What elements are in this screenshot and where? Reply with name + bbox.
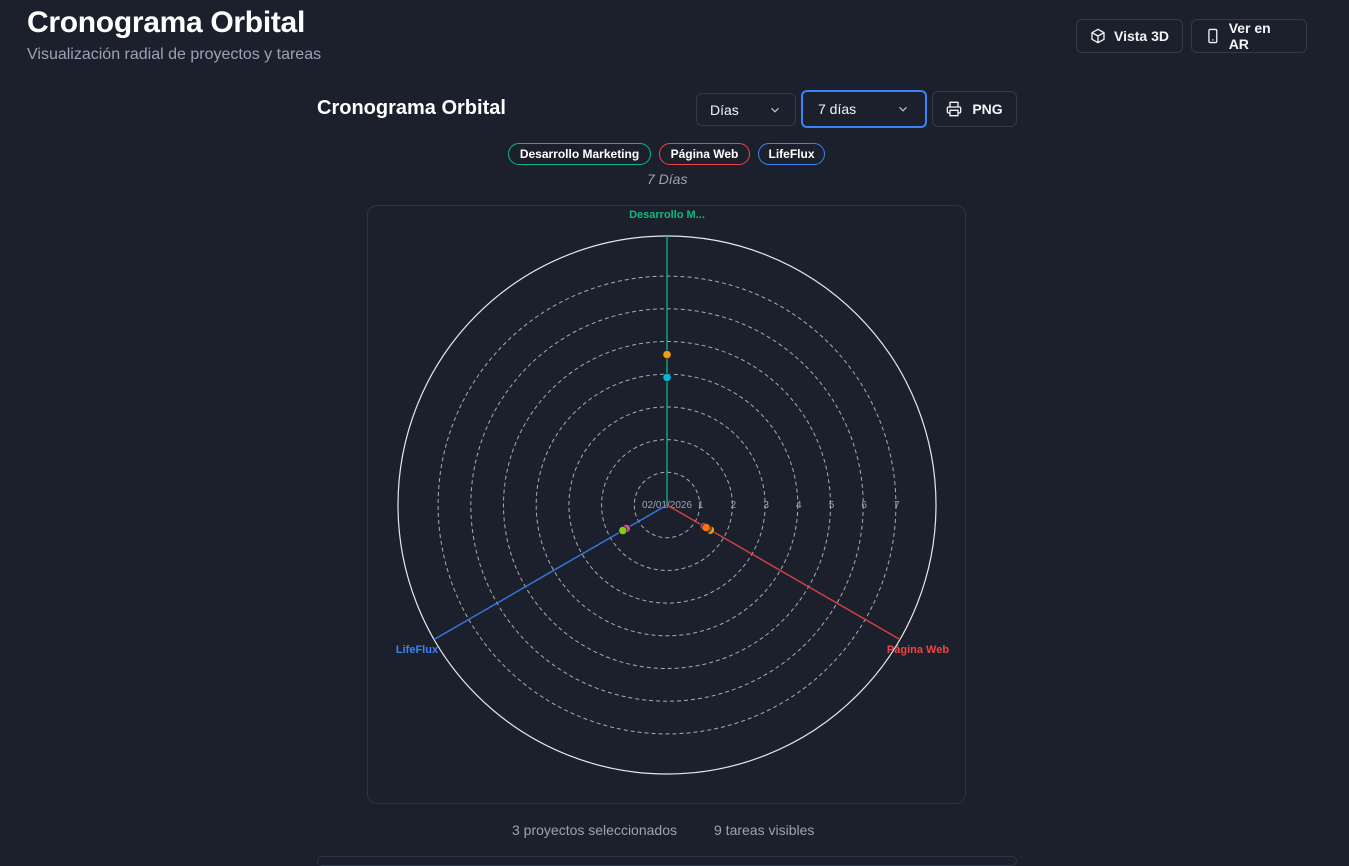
time-range-select[interactable]: 7 días (801, 90, 927, 128)
ring-tick-label: 4 (796, 500, 802, 511)
printer-icon (946, 101, 962, 117)
orbital-chart-svg: 123456702/01/2026Desarrollo M...Página W… (396, 209, 949, 775)
view-3d-button[interactable]: Vista 3D (1076, 19, 1183, 53)
task-point (701, 522, 711, 533)
ring-tick-label: 6 (861, 500, 867, 511)
page-subtitle: Visualización radial de proyectos y tare… (27, 46, 322, 63)
time-range-value: 7 días (818, 101, 857, 117)
chevron-down-icon (899, 106, 907, 112)
tasks-visible-count: 9 tareas visibles (714, 822, 815, 838)
project-chip-desarrollo-marketing[interactable]: Desarrollo Marketing (508, 143, 651, 165)
view-3d-label: Vista 3D (1114, 28, 1169, 44)
project-chip-label: Página Web (670, 147, 739, 161)
task-point (662, 349, 672, 360)
view-ar-label: Ver en AR (1228, 20, 1271, 52)
ring-tick-label: 1 (698, 500, 704, 511)
orbital-chart: 123456702/01/2026Desarrollo M...Página W… (367, 205, 966, 804)
task-point (618, 525, 628, 536)
time-unit-select[interactable]: Días (696, 93, 796, 126)
ring-tick-label: 2 (731, 500, 737, 511)
ring-tick-label: 7 (894, 500, 900, 511)
export-png-button[interactable]: PNG (932, 91, 1017, 127)
project-chip-label: LifeFlux (768, 147, 815, 161)
project-chip-pagina-web[interactable]: Página Web (659, 143, 750, 165)
time-scale-label: 7 Días (647, 171, 688, 187)
projects-selected-count: 3 proyectos seleccionados (512, 822, 677, 838)
next-panel-edge (317, 856, 1017, 866)
ring-tick-label: 3 (763, 500, 769, 511)
time-unit-value: Días (710, 101, 739, 118)
view-ar-button[interactable]: Ver en AR (1191, 19, 1307, 53)
project-axis-label: LifeFlux (396, 644, 439, 656)
task-point (662, 372, 672, 383)
ring-tick-label: 5 (829, 500, 835, 511)
project-axis-label: Página Web (887, 644, 949, 656)
smartphone-icon (1208, 28, 1218, 44)
chart-card-title: Cronograma Orbital (317, 97, 506, 119)
chevron-down-icon (771, 107, 779, 113)
cube-icon (1091, 28, 1105, 44)
project-chip-label: Desarrollo Marketing (519, 147, 640, 161)
project-chip-lifeflux[interactable]: LifeFlux (758, 143, 825, 165)
export-png-label: PNG (972, 101, 1003, 117)
project-axis-label: Desarrollo M... (629, 209, 705, 221)
page-title: Cronograma Orbital (27, 6, 305, 39)
